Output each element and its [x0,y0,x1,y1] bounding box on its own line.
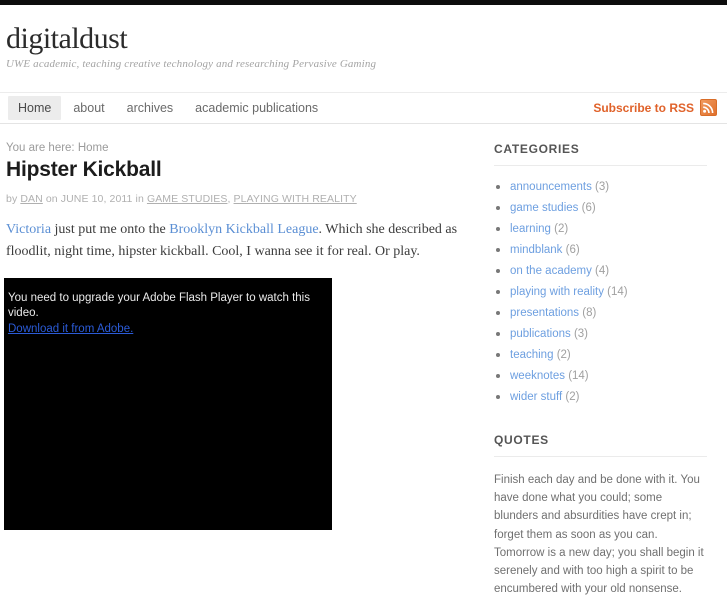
post-body-paragraph: Victoria just put me onto the Brooklyn K… [6,219,471,264]
body-link-victoria[interactable]: Victoria [6,222,51,237]
main-content: You are here: Home Hipster Kickball by D… [0,142,470,598]
site-title: digitaldust [4,23,727,55]
category-count-wider-stuff: (2) [565,391,579,403]
categories-divider [494,165,707,166]
flash-download-link[interactable]: Download it from Adobe. [8,323,324,335]
category-count-playing-with-reality: (14) [607,286,627,298]
list-item: announcements (3) [494,180,707,196]
categories-widget-title: CATEGORIES [494,142,707,156]
sidebar: CATEGORIES announcements (3) game studie… [470,142,707,598]
category-link-publications[interactable]: publications [510,328,571,340]
category-link-game-studies[interactable]: game studies [510,202,578,214]
list-item: mindblank (6) [494,243,707,259]
main-navigation-bar: Home about archives academic publication… [0,92,727,124]
byline-separator: , [227,193,230,205]
category-link-on-the-academy[interactable]: on the academy [510,265,592,277]
quotes-divider [494,456,707,457]
category-count-learning: (2) [554,223,568,235]
quotes-widget-title: QUOTES [494,433,707,447]
list-item: publications (3) [494,327,707,343]
category-link-learning[interactable]: learning [510,223,551,235]
categories-widget: CATEGORIES announcements (3) game studie… [494,142,707,406]
nav-links: Home about archives academic publication… [8,96,328,120]
categories-list: announcements (3) game studies (6) learn… [494,180,707,406]
category-count-presentations: (8) [582,307,596,319]
byline-by-prefix: by [6,193,17,205]
nav-item-home[interactable]: Home [8,96,61,120]
nav-item-academic-publications[interactable]: academic publications [185,96,328,120]
category-count-mindblank: (6) [566,244,580,256]
flash-upgrade-message: You need to upgrade your Adobe Flash Pla… [8,291,324,322]
body-link-brooklyn-kickball-league[interactable]: Brooklyn Kickball League [169,222,318,237]
post-byline: by DAN on JUNE 10, 2011 in GAME STUDIES,… [6,193,470,205]
byline-in-text: in [136,193,144,205]
list-item: playing with reality (14) [494,285,707,301]
byline-date: JUNE 10, 2011 [61,193,133,205]
category-link-teaching[interactable]: teaching [510,349,553,361]
category-link-playing-with-reality[interactable]: playing with reality [510,286,604,298]
quote-text: Finish each day and be done with it. You… [494,471,707,598]
subscribe-to-rss[interactable]: Subscribe to RSS [593,99,717,116]
category-link-announcements[interactable]: announcements [510,181,592,193]
video-player-placeholder[interactable]: You need to upgrade your Adobe Flash Pla… [4,278,332,530]
byline-category-game-studies[interactable]: GAME STUDIES [147,193,228,205]
category-count-game-studies: (6) [582,202,596,214]
list-item: weeknotes (14) [494,369,707,385]
nav-item-about[interactable]: about [63,96,114,120]
rss-icon[interactable] [700,99,717,116]
rss-label: Subscribe to RSS [593,101,694,115]
byline-category-playing-with-reality[interactable]: PLAYING WITH REALITY [234,193,357,205]
list-item: learning (2) [494,222,707,238]
byline-on-text: on [46,193,58,205]
byline-author-link[interactable]: DAN [20,193,42,205]
breadcrumb: You are here: Home [4,142,470,154]
nav-item-archives[interactable]: archives [117,96,184,120]
category-link-mindblank[interactable]: mindblank [510,244,562,256]
category-link-weeknotes[interactable]: weeknotes [510,370,565,382]
category-count-on-the-academy: (4) [595,265,609,277]
page-title: Hipster Kickball [6,158,470,182]
category-link-wider-stuff[interactable]: wider stuff [510,391,562,403]
list-item: teaching (2) [494,348,707,364]
list-item: game studies (6) [494,201,707,217]
list-item: presentations (8) [494,306,707,322]
site-header: digitaldust UWE academic, teaching creat… [0,5,727,70]
category-count-teaching: (2) [557,349,571,361]
body-text-1: just put me onto the [51,222,169,237]
category-count-publications: (3) [574,328,588,340]
category-count-announcements: (3) [595,181,609,193]
site-tagline: UWE academic, teaching creative technolo… [6,58,727,70]
quotes-widget: QUOTES Finish each day and be done with … [494,433,707,598]
category-count-weeknotes: (14) [568,370,588,382]
list-item: on the academy (4) [494,264,707,280]
page-layout: You are here: Home Hipster Kickball by D… [0,124,727,598]
list-item: wider stuff (2) [494,390,707,406]
category-link-presentations[interactable]: presentations [510,307,579,319]
